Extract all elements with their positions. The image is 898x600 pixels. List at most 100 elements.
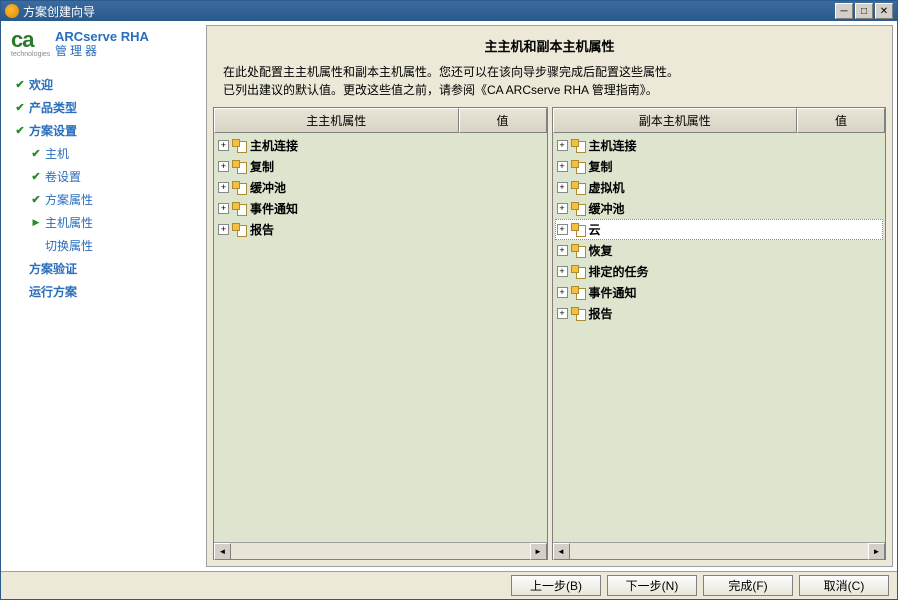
replica-col-value[interactable]: 值 xyxy=(797,108,885,133)
nav-item[interactable]: 卷设置 xyxy=(7,165,200,188)
tree-item-label: 云 xyxy=(589,221,601,238)
master-col-name[interactable]: 主主机属性 xyxy=(214,108,459,133)
tree-item-label: 缓冲池 xyxy=(589,200,625,217)
expand-icon[interactable]: + xyxy=(557,224,568,235)
expand-icon[interactable]: + xyxy=(557,203,568,214)
scroll-right-icon[interactable]: ► xyxy=(530,543,547,560)
nav-item[interactable]: 产品类型 xyxy=(7,96,200,119)
tree-row[interactable]: +主机连接 xyxy=(216,135,545,156)
minimize-button[interactable]: ─ xyxy=(835,3,853,19)
expand-icon[interactable]: + xyxy=(557,140,568,151)
tree-row[interactable]: +缓冲池 xyxy=(216,177,545,198)
wizard-window: 方案创建向导 ─ □ ✕ ca technologies ARCserve RH… xyxy=(0,0,898,600)
check-icon xyxy=(13,78,27,91)
tree-row[interactable]: +复制 xyxy=(555,156,884,177)
expand-icon[interactable]: + xyxy=(218,161,229,172)
cancel-button[interactable]: 取消(C) xyxy=(799,575,889,596)
nav-item[interactable]: 运行方案 xyxy=(7,280,200,303)
property-group-icon xyxy=(232,160,247,174)
ca-logo-sub: technologies xyxy=(11,51,49,59)
nav-item[interactable]: 方案验证 xyxy=(7,257,200,280)
tree-row[interactable]: +虚拟机 xyxy=(555,177,884,198)
property-group-icon xyxy=(571,307,586,321)
page-desc-1: 在此处配置主主机属性和副本主机属性。您还可以在该向导步骤完成后配置这些属性。 xyxy=(223,63,876,81)
expand-icon[interactable]: + xyxy=(218,182,229,193)
nav-item-label: 方案属性 xyxy=(45,191,93,208)
nav-item[interactable]: 欢迎 xyxy=(7,73,200,96)
scroll-left-icon[interactable]: ◄ xyxy=(553,543,570,560)
close-button[interactable]: ✕ xyxy=(875,3,893,19)
property-group-icon xyxy=(571,160,586,174)
ca-logo: ca technologies xyxy=(11,29,49,59)
scroll-track[interactable] xyxy=(570,543,869,559)
expand-icon[interactable]: + xyxy=(557,182,568,193)
nav-item[interactable]: 方案设置 xyxy=(7,119,200,142)
window-title: 方案创建向导 xyxy=(23,3,95,20)
property-group-icon xyxy=(232,139,247,153)
footer: 上一步(B) 下一步(N) 完成(F) 取消(C) xyxy=(1,571,897,599)
tree-row[interactable]: + 缓冲池 xyxy=(555,198,884,219)
expand-icon[interactable]: + xyxy=(557,266,568,277)
main-area: ca technologies ARCserve RHA 管理器 欢迎产品类型方… xyxy=(1,21,897,571)
expand-icon[interactable]: + xyxy=(557,245,568,256)
property-group-icon xyxy=(571,202,586,216)
finish-button[interactable]: 完成(F) xyxy=(703,575,793,596)
tree-item-label: 事件通知 xyxy=(250,200,298,217)
replica-hscroll[interactable]: ◄ ► xyxy=(553,542,886,559)
expand-icon[interactable]: + xyxy=(218,224,229,235)
maximize-button[interactable]: □ xyxy=(855,3,873,19)
scroll-left-icon[interactable]: ◄ xyxy=(214,543,231,560)
titlebar: 方案创建向导 ─ □ ✕ xyxy=(1,1,897,21)
replica-panel: 副本主机属性 值 +主机连接+复制+虚拟机+缓冲池+云+恢复+排定的任务+事件通… xyxy=(552,107,887,560)
master-tree-wrap: +主机连接+复制+缓冲池+事件通知+报告 xyxy=(214,133,547,542)
tree-row[interactable]: + 报告 xyxy=(216,219,545,240)
master-hscroll[interactable]: ◄ ► xyxy=(214,542,547,559)
back-button[interactable]: 上一步(B) xyxy=(511,575,601,596)
expand-icon[interactable]: + xyxy=(218,140,229,151)
page-desc-2: 已列出建议的默认值。更改这些值之前，请参阅《CA ARCserve RHA 管理… xyxy=(223,81,876,99)
tree-row[interactable]: +排定的任务 xyxy=(555,261,884,282)
check-icon xyxy=(13,101,27,114)
next-button[interactable]: 下一步(N) xyxy=(607,575,697,596)
ca-logo-text: ca xyxy=(11,29,49,51)
content-header: 主主机和副本主机属性 在此处配置主主机属性和副本主机属性。您还可以在该向导步骤完… xyxy=(207,26,892,103)
tree-row[interactable]: +报告 xyxy=(555,303,884,324)
expand-icon[interactable]: + xyxy=(218,203,229,214)
check-icon xyxy=(13,124,27,137)
panels: 主主机属性 值 + 主机连接 + 复制 + 缓冲池 + 事件通知 + 报告 ◄ ► xyxy=(207,103,892,566)
expand-icon[interactable]: + xyxy=(557,161,568,172)
nav-item[interactable]: 主机属性 xyxy=(7,211,200,234)
master-tree: +主机连接+复制+缓冲池+事件通知+报告 xyxy=(214,133,547,242)
property-group-icon xyxy=(232,202,247,216)
tree-row[interactable]: + 复制 xyxy=(216,156,545,177)
scroll-track[interactable] xyxy=(231,543,530,559)
replica-tree: +主机连接+复制+虚拟机+缓冲池+云+恢复+排定的任务+事件通知+报告 xyxy=(553,133,886,326)
nav-item-label: 方案验证 xyxy=(29,260,77,277)
expand-icon[interactable]: + xyxy=(557,287,568,298)
tree-row[interactable]: + 事件通知 xyxy=(216,198,545,219)
tree-item-label: 主机连接 xyxy=(589,137,637,154)
nav-item-label: 产品类型 xyxy=(29,99,77,116)
scroll-right-icon[interactable]: ► xyxy=(868,543,885,560)
nav-item[interactable]: 主机 xyxy=(7,142,200,165)
tree-row[interactable]: + 主机连接 xyxy=(555,135,884,156)
tree-row[interactable]: +云 xyxy=(555,219,884,240)
nav-list: 欢迎产品类型方案设置主机卷设置方案属性主机属性切换属性方案验证运行方案 xyxy=(7,73,200,303)
nav-item-label: 方案设置 xyxy=(29,122,77,139)
property-group-icon xyxy=(571,286,586,300)
nav-item-label: 卷设置 xyxy=(45,168,81,185)
master-col-value[interactable]: 值 xyxy=(459,108,547,133)
tree-item-label: 报告 xyxy=(250,221,274,238)
tree-row[interactable]: +恢复 xyxy=(555,240,884,261)
property-group-icon xyxy=(571,244,586,258)
tree-row[interactable]: +事件通知 xyxy=(555,282,884,303)
property-group-icon xyxy=(571,223,586,237)
property-group-icon xyxy=(232,223,247,237)
nav-item[interactable]: 切换属性 xyxy=(7,234,200,257)
replica-col-name[interactable]: 副本主机属性 xyxy=(553,108,798,133)
expand-icon[interactable]: + xyxy=(557,308,568,319)
tree-item-label: 复制 xyxy=(250,158,274,175)
sidebar: ca technologies ARCserve RHA 管理器 欢迎产品类型方… xyxy=(1,21,206,571)
nav-item[interactable]: 方案属性 xyxy=(7,188,200,211)
content-pane: 主主机和副本主机属性 在此处配置主主机属性和副本主机属性。您还可以在该向导步骤完… xyxy=(206,25,893,567)
